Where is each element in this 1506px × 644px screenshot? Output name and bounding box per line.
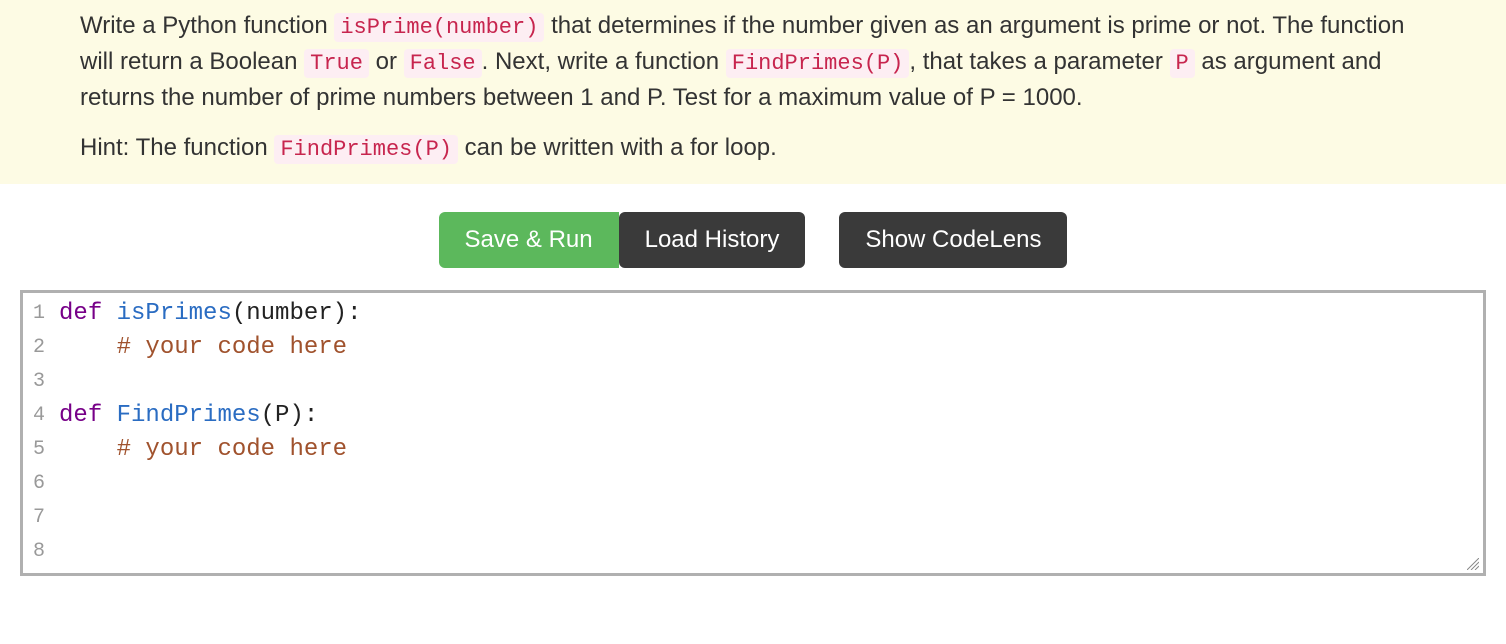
save-run-button[interactable]: Save & Run: [439, 212, 619, 268]
instr-text: . Next, write a function: [482, 48, 726, 75]
line-number-gutter: 12345678: [23, 293, 51, 573]
code-line[interactable]: [59, 467, 1475, 501]
line-number: 1: [33, 297, 45, 331]
load-history-button[interactable]: Load History: [619, 212, 806, 268]
code-false: False: [404, 49, 482, 78]
code-p: P: [1170, 49, 1195, 78]
code-findprimes: FindPrimes(P): [726, 49, 910, 78]
instr-text: can be written with a for loop.: [458, 134, 777, 161]
code-isprime: isPrime(number): [334, 13, 544, 42]
line-number: 6: [33, 467, 45, 501]
code-findprimes-hint: FindPrimes(P): [274, 135, 458, 164]
code-line[interactable]: [59, 535, 1475, 569]
code-line[interactable]: [59, 501, 1475, 535]
code-true: True: [304, 49, 369, 78]
line-number: 4: [33, 399, 45, 433]
instr-text: Write a Python function: [80, 12, 334, 39]
code-line[interactable]: [59, 365, 1475, 399]
code-line[interactable]: def FindPrimes(P):: [59, 399, 1475, 433]
instr-text: or: [369, 48, 404, 75]
resize-handle-icon[interactable]: [1467, 557, 1481, 571]
line-number: 5: [33, 433, 45, 467]
line-number: 8: [33, 535, 45, 569]
line-number: 2: [33, 331, 45, 365]
line-number: 7: [33, 501, 45, 535]
instruction-paragraph-2: Hint: The function FindPrimes(P) can be …: [80, 130, 1426, 166]
code-line[interactable]: def isPrimes(number):: [59, 297, 1475, 331]
instruction-paragraph-1: Write a Python function isPrime(number) …: [80, 8, 1426, 116]
code-editor[interactable]: 12345678 def isPrimes(number): # your co…: [20, 290, 1486, 576]
code-line[interactable]: # your code here: [59, 331, 1475, 365]
toolbar: Save & Run Load History Show CodeLens: [0, 184, 1506, 290]
button-group: Save & Run Load History: [439, 212, 806, 268]
instr-text: , that takes a parameter: [909, 48, 1169, 75]
show-codelens-button[interactable]: Show CodeLens: [839, 212, 1067, 268]
instr-text: Hint: The function: [80, 134, 274, 161]
instruction-panel: Write a Python function isPrime(number) …: [0, 0, 1506, 184]
code-area[interactable]: def isPrimes(number): # your code here d…: [51, 293, 1483, 573]
line-number: 3: [33, 365, 45, 399]
code-line[interactable]: # your code here: [59, 433, 1475, 467]
